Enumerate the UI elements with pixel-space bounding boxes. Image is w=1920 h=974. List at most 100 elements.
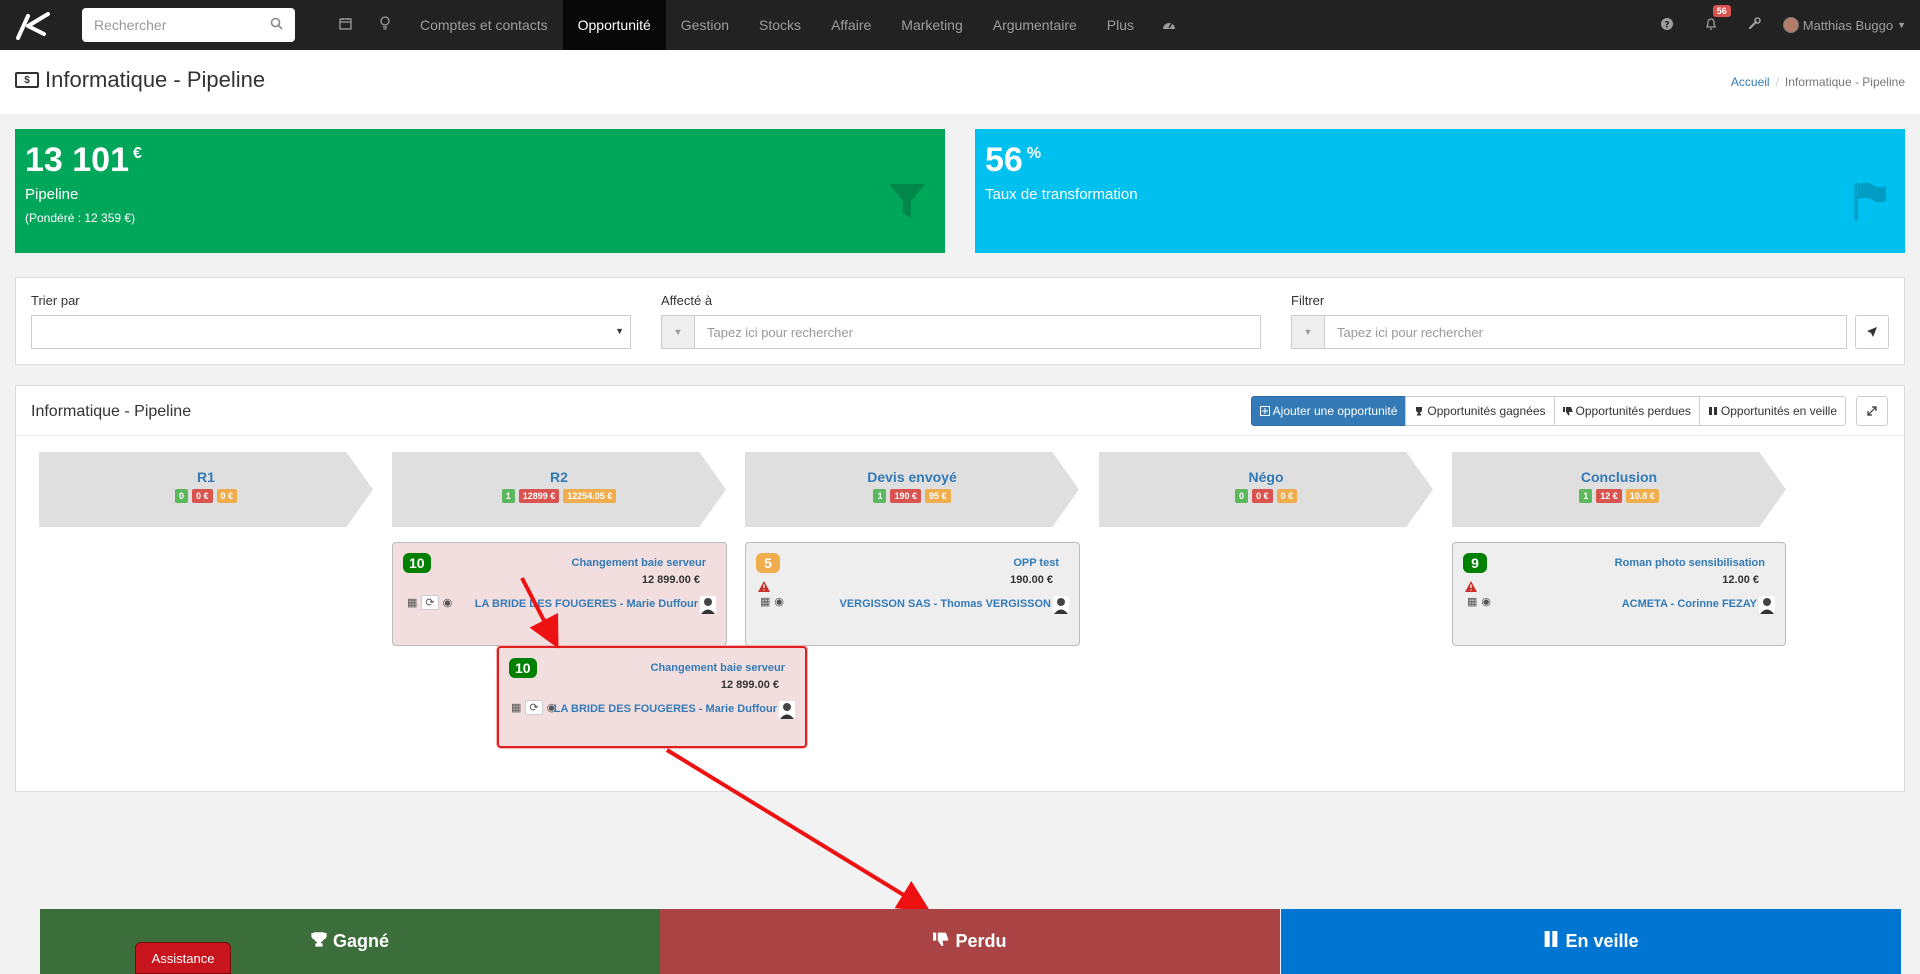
opportunity-title[interactable]: Changement baie serveur <box>651 662 786 674</box>
opportunity-amount: 190.00 € <box>1010 574 1053 586</box>
nav-plus[interactable]: Plus <box>1092 0 1149 50</box>
user-menu[interactable]: Matthias Buggo ▼ <box>1782 17 1906 33</box>
notification-badge: 56 <box>1712 4 1731 17</box>
person-avatar <box>1053 596 1069 614</box>
lost-dropzone[interactable]: Perdu <box>660 909 1280 974</box>
stage-weighted-badge: 0 € <box>1276 489 1298 503</box>
stage-weighted-badge: 12254.05 € <box>563 489 617 503</box>
fullscreen-button[interactable] <box>1856 396 1888 426</box>
opportunity-card[interactable]: 10 Changement baie serveur 12 899.00 € ▦… <box>392 542 727 646</box>
calendar-icon[interactable]: ▦ <box>511 701 521 714</box>
assigned-input-group: ▼ Tapez ici pour rechercher <box>661 315 1261 349</box>
eye-icon[interactable]: ◉ <box>1481 595 1491 608</box>
opportunity-contact[interactable]: LA BRIDE DES FOUGERES - Marie Duffour <box>554 703 777 715</box>
breadcrumb-current: Informatique - Pipeline <box>1784 75 1905 89</box>
refresh-icon[interactable]: ⟳ <box>525 700 543 715</box>
lost-label: Perdu <box>955 931 1007 951</box>
dashboard-icon[interactable] <box>1149 17 1189 34</box>
pipeline-header: Informatique - Pipeline Ajouter une oppo… <box>16 386 1904 436</box>
lightbulb-icon[interactable] <box>365 16 405 34</box>
filter-input-group: ▼ Tapez ici pour rechercher <box>1291 315 1847 349</box>
opportunity-amount: 12 899.00 € <box>720 679 779 691</box>
caret-down-icon: ▼ <box>1897 20 1906 30</box>
pipeline-value: 13 101 <box>25 141 129 179</box>
assigned-dropdown-toggle[interactable]: ▼ <box>661 315 695 349</box>
bell-icon[interactable]: 56 <box>1689 4 1733 34</box>
stage-weighted-badge: 95 € <box>925 489 951 503</box>
opportunity-card[interactable]: 5 OPP test 190.00 € ▦ ◉ VERGISSON SAS - … <box>745 542 1080 646</box>
thumbs-down-icon <box>1562 407 1573 416</box>
stage-r1: R1 0 0 € 0 € <box>39 452 373 527</box>
calendar-icon[interactable]: ▦ <box>760 595 770 608</box>
opportunity-contact[interactable]: VERGISSON SAS - Thomas VERGISSON <box>840 598 1052 610</box>
wrench-icon[interactable] <box>1733 16 1777 34</box>
assigned-label: Affecté à <box>661 293 713 308</box>
filter-input[interactable]: Tapez ici pour rechercher <box>1325 315 1847 349</box>
watch-opportunities-label: Opportunités en veille <box>1720 404 1837 418</box>
page-title: $ Informatique - Pipeline <box>15 67 265 93</box>
search-input[interactable]: Rechercher <box>82 8 295 42</box>
score-badge: 9 <box>1463 553 1487 573</box>
lost-opportunities-button[interactable]: Opportunités perdues <box>1553 396 1700 426</box>
won-opportunities-button[interactable]: Opportunités gagnées <box>1405 396 1555 426</box>
stage-amount-badge: 12 € <box>1596 489 1622 503</box>
trophy-icon <box>311 931 327 974</box>
stage-amount-badge: 12899 € <box>518 489 560 503</box>
refresh-icon[interactable]: ⟳ <box>421 595 439 610</box>
stage-name: R1 <box>197 469 215 485</box>
won-dropzone[interactable]: Gagné <box>40 909 660 974</box>
opportunity-contact[interactable]: LA BRIDE DES FOUGERES - Marie Duffour <box>475 598 698 610</box>
nav-gestion[interactable]: Gestion <box>666 0 744 50</box>
rate-unit: % <box>1026 145 1042 162</box>
nav-opportunite[interactable]: Opportunité <box>562 0 666 50</box>
add-opportunity-button[interactable]: Ajouter une opportunité <box>1250 396 1407 426</box>
nav-comptes-contacts[interactable]: Comptes et contacts <box>405 0 563 50</box>
calendar-icon[interactable]: ▦ <box>1467 595 1477 608</box>
filter-label: Filtrer <box>1291 293 1325 308</box>
page-header: $ Informatique - Pipeline Accueil / Inform… <box>0 50 1920 114</box>
won-opportunities-label: Opportunités gagnées <box>1427 404 1546 418</box>
opportunity-title[interactable]: Changement baie serveur <box>572 557 707 569</box>
breadcrumb-home[interactable]: Accueil <box>1731 75 1770 89</box>
funnel-icon <box>887 181 927 226</box>
stage-amount-badge: 190 € <box>890 489 921 503</box>
person-avatar <box>700 596 716 614</box>
stage-count-badge: 0 <box>174 489 188 503</box>
pipeline-currency: € <box>133 145 142 162</box>
dragged-opportunity-card[interactable]: 10 Changement baie serveur 12 899.00 € ▦… <box>497 646 807 748</box>
stage-count-badge: 1 <box>1579 489 1593 503</box>
nav-affaire[interactable]: Affaire <box>816 0 886 50</box>
eye-icon[interactable]: ◉ <box>774 595 784 608</box>
watch-opportunities-button[interactable]: Opportunités en veille <box>1698 396 1846 426</box>
calendar-icon[interactable] <box>325 17 365 34</box>
watch-label: En veille <box>1565 931 1639 951</box>
sort-label: Trier par <box>31 293 80 308</box>
filter-dropdown-toggle[interactable]: ▼ <box>1291 315 1325 349</box>
eye-icon[interactable]: ◉ <box>443 596 453 609</box>
watch-dropzone[interactable]: En veille <box>1281 909 1901 974</box>
opportunity-contact[interactable]: ACMETA - Corinne FEZAY <box>1622 598 1757 610</box>
flag-icon <box>1853 181 1887 226</box>
app-logo[interactable] <box>0 0 66 50</box>
assistance-button[interactable]: Assistance <box>135 942 231 974</box>
person-avatar <box>779 701 795 719</box>
opportunity-card[interactable]: 9 Roman photo sensibilisation 12.00 € ▦ … <box>1452 542 1786 646</box>
calendar-icon[interactable]: ▦ <box>407 596 417 609</box>
caret-down-icon: ▼ <box>615 326 624 336</box>
svg-text:?: ? <box>1664 20 1669 30</box>
assigned-input[interactable]: Tapez ici pour rechercher <box>695 315 1261 349</box>
sort-select[interactable]: ▼ <box>31 315 631 349</box>
nav-marketing[interactable]: Marketing <box>886 0 977 50</box>
opportunity-title[interactable]: OPP test <box>1013 557 1059 569</box>
opportunity-title[interactable]: Roman photo sensibilisation <box>1615 557 1765 569</box>
score-badge: 10 <box>509 658 537 678</box>
nav-stocks[interactable]: Stocks <box>744 0 816 50</box>
lost-opportunities-label: Opportunités perdues <box>1575 404 1691 418</box>
stage-name: R2 <box>550 469 568 485</box>
help-icon[interactable]: ? <box>1645 17 1689 34</box>
expand-icon <box>1867 406 1877 416</box>
rocket-button[interactable] <box>1855 315 1889 349</box>
rate-stat-box: 56% Taux de transformation <box>975 129 1905 253</box>
nav-argumentaire[interactable]: Argumentaire <box>978 0 1092 50</box>
stage-conclusion: Conclusion 1 12 € 10.8 € <box>1452 452 1786 527</box>
